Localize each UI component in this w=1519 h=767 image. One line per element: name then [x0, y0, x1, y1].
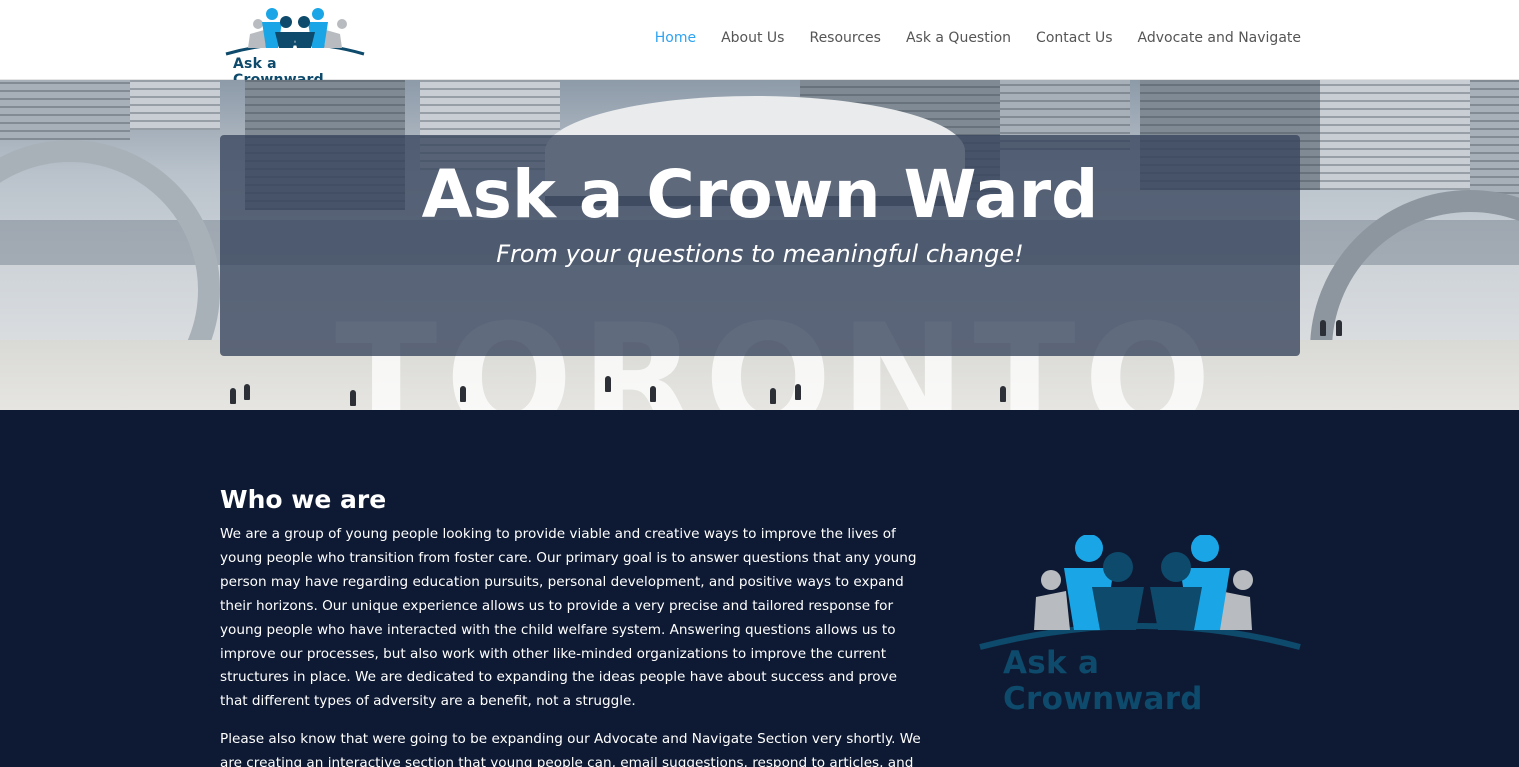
site-logo[interactable]: Ask a Crownward [220, 4, 370, 88]
hero-overlay-box: Ask a Crown Ward From your questions to … [220, 135, 1300, 356]
site-header: Ask a Crownward Home About Us Resources … [0, 0, 1519, 88]
about-logo: Ask a Crownward [978, 534, 1308, 717]
logo-figures-icon [979, 534, 1301, 650]
nav-item-advocate-and-navigate[interactable]: Advocate and Navigate [1138, 30, 1301, 46]
about-paragraph-1: We are a group of young people looking t… [220, 526, 917, 710]
nav-item-resources[interactable]: Resources [809, 30, 881, 46]
nav-item-home[interactable]: Home [655, 30, 696, 46]
nav-item-contact-us[interactable]: Contact Us [1036, 30, 1112, 46]
section-title: Who we are [220, 485, 387, 514]
hero-subtitle: From your questions to meaningful change… [496, 240, 1024, 268]
about-section: Who we are We are a group of young peopl… [0, 410, 1519, 767]
about-logo-text: Ask a Crownward [1003, 645, 1203, 717]
nav-item-ask-a-question[interactable]: Ask a Question [906, 30, 1011, 46]
hero-title: Ask a Crown Ward [421, 156, 1099, 233]
nav-item-about-us[interactable]: About Us [721, 30, 784, 46]
hero-banner: TORONTO Ask a Crown Ward From your quest… [0, 80, 1519, 410]
logo-figures-icon [225, 8, 365, 56]
main-nav: Home About Us Resources Ask a Question C… [655, 30, 1301, 46]
about-paragraph-2: Please also know that were going to be e… [220, 731, 921, 767]
